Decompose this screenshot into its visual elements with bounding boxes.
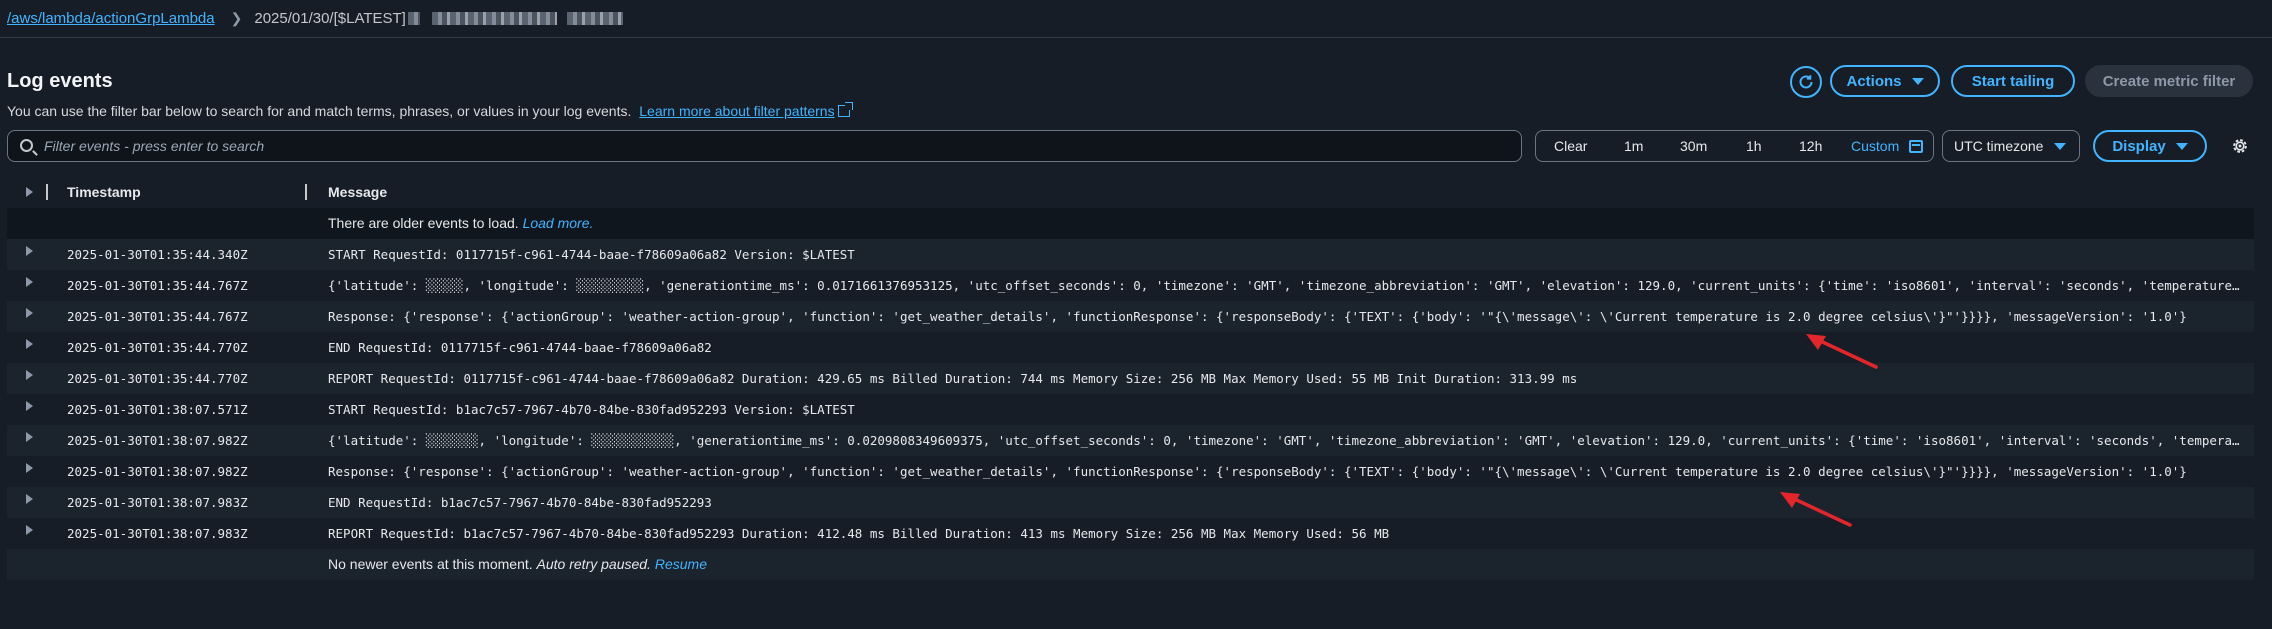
row-timestamp: 2025-01-30T01:35:44.770Z — [67, 339, 248, 355]
expand-row-icon[interactable] — [26, 307, 33, 318]
learn-more-link[interactable]: Learn more about filter patterns — [639, 102, 853, 119]
table-row[interactable]: 2025-01-30T01:38:07.982Z {'latitude': ░░… — [7, 425, 2254, 456]
caret-down-icon — [2175, 142, 2188, 150]
column-header-timestamp[interactable]: Timestamp — [67, 184, 141, 200]
table-row[interactable]: 2025-01-30T01:35:44.770Z REPORT RequestI… — [7, 363, 2254, 394]
time-option-1m[interactable]: 1m — [1624, 138, 1643, 154]
start-tailing-label: Start tailing — [1971, 72, 2055, 90]
table-row[interactable]: 2025-01-30T01:38:07.571Z START RequestId… — [7, 394, 2254, 425]
row-message: END RequestId: 0117715f-c961-4744-baae-f… — [328, 339, 712, 355]
expand-row-icon[interactable] — [26, 276, 33, 287]
table-row[interactable]: 2025-01-30T01:38:07.983Z REPORT RequestI… — [7, 518, 2254, 549]
expand-row-icon[interactable] — [26, 493, 33, 504]
table-row[interactable]: 2025-01-30T01:35:44.767Z Response: {'res… — [7, 301, 2254, 332]
description-text: You can use the filter bar below to sear… — [7, 103, 632, 119]
breadcrumb: /aws/lambda/actionGrpLambda ❯ 2025/01/30… — [7, 8, 623, 28]
expand-row-icon[interactable] — [26, 462, 33, 473]
page-title: Log events — [7, 70, 113, 92]
caret-down-icon — [1911, 77, 1924, 85]
display-dropdown[interactable]: Display — [2093, 130, 2207, 162]
row-timestamp: 2025-01-30T01:35:44.340Z — [67, 246, 248, 262]
newer-events-row: No newer events at this moment. Auto ret… — [7, 549, 2254, 580]
row-message: START RequestId: b1ac7c57-7967-4b70-84be… — [328, 401, 855, 417]
external-link-icon — [837, 102, 853, 117]
load-more-link[interactable]: Load more. — [523, 215, 594, 231]
gear-icon[interactable] — [2231, 137, 2249, 155]
time-option-custom[interactable]: Custom — [1851, 138, 1899, 154]
divider — [0, 37, 2272, 38]
expand-row-icon[interactable] — [26, 431, 33, 442]
table-row[interactable]: 2025-01-30T01:35:44.770Z END RequestId: … — [7, 332, 2254, 363]
table-row[interactable]: 2025-01-30T01:35:44.767Z {'latitude': ░░… — [7, 270, 2254, 301]
actions-dropdown[interactable]: Actions — [1830, 65, 1940, 97]
table-header: Timestamp Message — [7, 176, 2254, 208]
row-message: {'latitude': ░░░░░░░, 'longitude': ░░░░░… — [328, 432, 2244, 448]
expand-row-icon[interactable] — [26, 245, 33, 256]
redacted-text — [407, 11, 420, 25]
older-events-notice: There are older events to load. Load mor… — [328, 215, 593, 231]
create-metric-filter-button[interactable]: Create metric filter — [2085, 65, 2253, 97]
create-metric-filter-label: Create metric filter — [2102, 72, 2236, 90]
filter-events-input[interactable]: Filter events - press enter to search — [7, 130, 1522, 162]
row-timestamp: 2025-01-30T01:38:07.982Z — [67, 463, 248, 479]
row-timestamp: 2025-01-30T01:35:44.767Z — [67, 277, 248, 293]
table-row[interactable]: 2025-01-30T01:38:07.983Z END RequestId: … — [7, 487, 2254, 518]
row-timestamp: 2025-01-30T01:35:44.770Z — [67, 370, 248, 386]
column-divider[interactable] — [46, 184, 48, 200]
log-events-table: Timestamp Message There are older events… — [7, 176, 2254, 580]
row-timestamp: 2025-01-30T01:38:07.571Z — [67, 401, 248, 417]
refresh-button[interactable] — [1790, 66, 1822, 98]
auto-retry-text: Auto retry paused. — [536, 555, 651, 572]
table-row[interactable]: 2025-01-30T01:38:07.982Z Response: {'res… — [7, 456, 2254, 487]
row-timestamp: 2025-01-30T01:35:44.767Z — [67, 308, 248, 324]
newer-events-text: No newer events at this moment. — [328, 555, 533, 572]
column-header-message[interactable]: Message — [328, 184, 387, 200]
expand-row-icon[interactable] — [26, 338, 33, 349]
row-message: REPORT RequestId: 0117715f-c961-4744-baa… — [328, 370, 1578, 386]
display-label: Display — [2112, 137, 2166, 155]
time-option-clear[interactable]: Clear — [1554, 138, 1587, 154]
actions-label: Actions — [1846, 72, 1902, 90]
row-message: START RequestId: 0117715f-c961-4744-baae… — [328, 246, 855, 262]
newer-events-notice: No newer events at this moment. Auto ret… — [328, 556, 707, 572]
timezone-select[interactable]: UTC timezone — [1942, 130, 2080, 162]
time-option-30m[interactable]: 30m — [1680, 138, 1707, 154]
search-icon — [20, 139, 33, 152]
time-option-1h[interactable]: 1h — [1746, 138, 1762, 154]
timezone-value: UTC timezone — [1954, 138, 2044, 154]
refresh-icon — [1799, 75, 1813, 89]
calendar-icon[interactable] — [1909, 140, 1923, 153]
row-message: {'latitude': ░░░░░, 'longitude': ░░░░░░░… — [328, 277, 2244, 293]
breadcrumb-log-group-link[interactable]: /aws/lambda/actionGrpLambda — [7, 10, 215, 27]
breadcrumb-log-stream: 2025/01/30/[$LATEST] — [254, 9, 406, 27]
redacted-text — [566, 11, 623, 25]
chevron-right-icon: ❯ — [230, 9, 243, 26]
redacted-text — [431, 11, 557, 25]
column-divider[interactable] — [305, 184, 307, 200]
row-timestamp: 2025-01-30T01:38:07.983Z — [67, 525, 248, 541]
expand-row-icon[interactable] — [26, 524, 33, 535]
row-message: REPORT RequestId: b1ac7c57-7967-4b70-84b… — [328, 525, 1390, 541]
row-timestamp: 2025-01-30T01:38:07.983Z — [67, 494, 248, 510]
older-events-text: There are older events to load. — [328, 214, 519, 231]
row-message: Response: {'response': {'actionGroup': '… — [328, 463, 2187, 479]
expand-all-icon[interactable] — [26, 187, 33, 197]
table-row[interactable]: 2025-01-30T01:35:44.340Z START RequestId… — [7, 239, 2254, 270]
learn-more-label: Learn more about filter patterns — [639, 103, 835, 119]
caret-down-icon — [2054, 143, 2066, 150]
time-range-selector: Clear 1m 30m 1h 12h Custom — [1535, 130, 1934, 162]
start-tailing-button[interactable]: Start tailing — [1951, 65, 2075, 97]
expand-row-icon[interactable] — [26, 400, 33, 411]
load-older-row: There are older events to load. Load mor… — [7, 208, 2254, 239]
page-description: You can use the filter bar below to sear… — [7, 102, 853, 119]
filter-placeholder: Filter events - press enter to search — [44, 138, 265, 154]
expand-row-icon[interactable] — [26, 369, 33, 380]
row-timestamp: 2025-01-30T01:38:07.982Z — [67, 432, 248, 448]
row-message: Response: {'response': {'actionGroup': '… — [328, 308, 2187, 324]
resume-link[interactable]: Resume — [655, 556, 707, 572]
row-message: END RequestId: b1ac7c57-7967-4b70-84be-8… — [328, 494, 712, 510]
time-option-12h[interactable]: 12h — [1799, 138, 1822, 154]
